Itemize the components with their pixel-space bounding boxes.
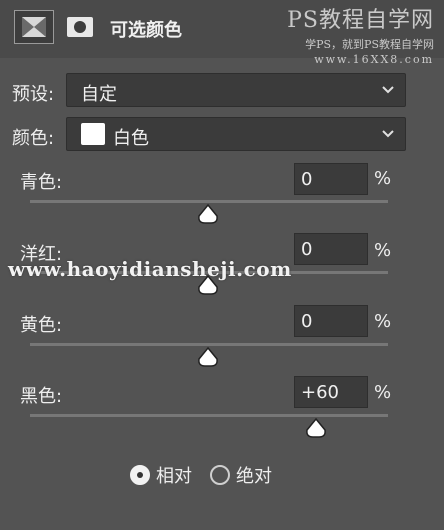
chevron-down-icon [382,86,394,94]
yellow-label: 黄色: [20,315,63,336]
adjustment-layer-icon[interactable] [14,10,54,44]
preset-select[interactable]: 自定 [66,73,406,107]
cyan-value: 0 [301,169,313,190]
relative-label: 相对 [156,466,192,487]
magenta-input[interactable]: 0 [294,233,368,265]
yellow-input[interactable]: 0 [294,305,368,337]
absolute-radio[interactable]: 绝对 [210,462,272,488]
colors-value: 白色 [113,128,149,149]
color-swatch [81,123,105,145]
yellow-slider-thumb[interactable] [197,346,219,368]
panel-title: 可选颜色 [110,20,182,41]
cyan-input[interactable]: 0 [294,163,368,195]
black-slider-track[interactable] [30,414,388,417]
absolute-label: 绝对 [236,466,272,487]
chevron-down-icon [382,130,394,138]
colors-label: 颜色: [12,128,55,149]
method-radio-group: 相对 绝对 [130,462,290,488]
black-label: 黑色: [20,386,63,407]
preset-label: 预设: [12,84,55,105]
cyan-label: 青色: [20,172,63,193]
watermark-line3: www.16XX8.com [314,53,434,66]
yellow-value: 0 [301,311,313,332]
yellow-unit: % [374,311,392,332]
watermark-line2: 学PS，就到PS教程自学网 [305,38,434,51]
magenta-unit: % [374,240,392,261]
panel-header: 可选颜色 PS教程自学网 学PS，就到PS教程自学网 www.16XX8.com [0,0,444,66]
black-input[interactable]: +60 [294,376,368,408]
preset-value: 自定 [81,84,117,105]
black-slider-thumb[interactable] [305,417,327,439]
cyan-unit: % [374,168,392,189]
watermark: PS教程自学网 学PS，就到PS教程自学网 www.16XX8.com [287,2,434,66]
colors-select[interactable]: 白色 [66,117,406,151]
watermark-line1: PS教程自学网 [287,8,434,33]
magenta-value: 0 [301,239,313,260]
radio-unselected-icon [210,465,230,485]
radio-selected-icon [130,465,150,485]
mask-icon[interactable] [60,10,100,44]
cyan-slider-thumb[interactable] [197,203,219,225]
black-unit: % [374,382,392,403]
overlay-watermark: www.haoyidiansheji.com [8,257,292,281]
black-value: +60 [301,382,339,403]
relative-radio[interactable]: 相对 [130,462,192,488]
